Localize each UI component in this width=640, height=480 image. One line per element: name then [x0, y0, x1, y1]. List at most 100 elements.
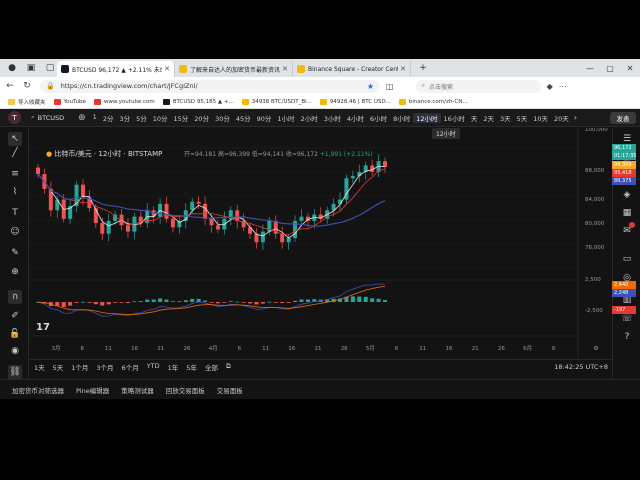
bookmark-item[interactable]: binance.com/zh-CN... [398, 98, 468, 105]
bookmark-icon [162, 98, 170, 105]
interval-21[interactable]: 5天 [514, 113, 531, 123]
range-button[interactable]: 5天 [49, 362, 68, 372]
favorite-star-icon[interactable]: ★ [367, 82, 374, 91]
interval-14[interactable]: 6小时 [367, 113, 390, 123]
interval-7[interactable]: 30分 [212, 113, 233, 123]
panel-tab[interactable]: 策略测试器 [121, 385, 154, 395]
interval-16[interactable]: 12小时 [413, 112, 441, 123]
emoji-icon[interactable]: ☺ [8, 225, 22, 239]
search-box[interactable]: ⌕ 点击搜索 [415, 79, 541, 93]
cursor-icon[interactable]: ↖ [8, 132, 22, 146]
refresh-icon[interactable]: ↻ [20, 81, 34, 91]
interval-2[interactable]: 3分 [116, 113, 133, 123]
bookmark-item[interactable]: 34938 BTC/USDT_Bi... [241, 98, 312, 105]
tab-actions-icon[interactable]: ▢ [43, 61, 57, 75]
new-tab-icon[interactable]: + [416, 61, 430, 75]
interval-18[interactable]: 天 [468, 113, 481, 123]
range-button[interactable]: 1天 [30, 362, 49, 372]
magnet-icon[interactable]: ∩ [8, 290, 22, 304]
time-axis-label: 21 [157, 346, 164, 352]
stay-drawing-icon[interactable]: ✐ [8, 309, 22, 323]
interval-10[interactable]: 1小时 [274, 113, 297, 123]
notifications-icon[interactable]: ☏ [620, 312, 634, 326]
chat-icon[interactable]: ✉ [620, 222, 635, 238]
back-icon[interactable]: ← [3, 81, 17, 91]
range-button[interactable]: 1个月 [67, 362, 92, 372]
browser-tab[interactable]: Binance Square - Creator Center ✕ [293, 61, 411, 77]
interval-8[interactable]: 45分 [233, 113, 254, 123]
panel-tab[interactable]: 交易面板 [217, 385, 243, 395]
clock-timezone[interactable]: 18:42:25 UTC+8 [554, 363, 608, 371]
browser-tab[interactable]: 了解来自达人的加密货币最新资讯 ✕ [175, 61, 293, 77]
range-button[interactable]: 3个月 [92, 362, 117, 372]
interval-22[interactable]: 10天 [530, 113, 551, 123]
interval-17[interactable]: 16小时 [441, 113, 468, 123]
lock-icon[interactable]: 🔒 [46, 82, 55, 90]
calendar-range-icon[interactable]: ⧉ [222, 362, 235, 371]
ideas-icon[interactable]: ▭ [620, 252, 634, 266]
workspaces-icon[interactable]: ▣ [24, 61, 38, 75]
extension-icon[interactable]: ◫ [386, 82, 394, 91]
panel-tab[interactable]: Pine编辑器 [76, 385, 109, 395]
range-button[interactable]: YTD [143, 362, 164, 372]
interval-5[interactable]: 15分 [171, 113, 192, 123]
interval-6[interactable]: 20分 [191, 113, 212, 123]
interval-9[interactable]: 90分 [254, 113, 275, 123]
interval-19[interactable]: 2天 [480, 113, 497, 123]
range-button[interactable]: 5年 [182, 362, 201, 372]
link-icon[interactable]: ⛓ [8, 365, 22, 379]
bookmark-item[interactable]: www.youtube.com [93, 98, 155, 105]
bookmark-item[interactable]: YouTube [53, 98, 86, 105]
settings-icon[interactable]: ⚙ [593, 345, 598, 352]
layers-icon[interactable]: ◈ [620, 188, 634, 202]
trend-line-icon[interactable]: ╱ [8, 146, 22, 160]
interval-3[interactable]: 5分 [133, 113, 150, 123]
calendar-icon[interactable]: ▦ [620, 206, 634, 220]
interval-20[interactable]: 3天 [497, 113, 514, 123]
interval-13[interactable]: 4小时 [344, 113, 367, 123]
browser-tab[interactable]: BTCUSD 96,172 ▲ +2.11% 未命名 ✕ [57, 61, 175, 77]
bookmark-item[interactable]: BTCUSD 95,185 ▲ +... [162, 98, 234, 105]
bookmark-item[interactable]: 94928.46 | BTC USD... [319, 98, 391, 105]
copilot-icon[interactable]: ◆ [547, 82, 553, 91]
range-button[interactable]: 6个月 [118, 362, 143, 372]
chart-canvas[interactable]: 100,000 88,000 84,000 80,000 76,000 2,500 -2,5… [30, 128, 612, 360]
hide-icon[interactable]: ◉ [8, 344, 22, 358]
range-button[interactable]: 全部 [201, 362, 222, 372]
symbol-search[interactable]: ⌕ BTCUSD [31, 113, 64, 122]
zoom-icon[interactable]: ⊕ [8, 265, 22, 279]
pattern-icon[interactable]: ⌇ [8, 185, 22, 199]
menu-icon[interactable]: ⋯ [559, 82, 567, 91]
interval-12[interactable]: 3小时 [321, 113, 344, 123]
publish-button[interactable]: 发表 [610, 112, 636, 124]
maximize-icon[interactable]: ▢ [600, 64, 620, 73]
range-button[interactable]: 1年 [164, 362, 183, 372]
tab-close-icon[interactable]: ✕ [164, 65, 170, 73]
fib-icon[interactable]: ≡ [8, 167, 22, 181]
ohlc-values: 开=94,181 高=96,399 低=94,141 收=96,172 +1,9… [184, 149, 373, 158]
interval-11[interactable]: 2小时 [298, 113, 321, 123]
lock-drawings-icon[interactable]: 🔓 [8, 327, 22, 341]
interval-15[interactable]: 8小时 [390, 113, 413, 123]
compare-add-icon[interactable]: ⊕ [78, 113, 86, 123]
interval-4[interactable]: 10分 [150, 113, 171, 123]
interval-23[interactable]: 20天 [551, 113, 572, 123]
text-icon[interactable]: T [8, 206, 22, 220]
panel-tab[interactable]: 回放交易面板 [166, 385, 205, 395]
user-avatar[interactable]: T [8, 111, 21, 124]
bookmark-item[interactable]: 导入收藏夹 [8, 98, 46, 106]
time-axis-label: 16 [446, 346, 453, 352]
more-intervals-icon[interactable]: › [574, 113, 577, 122]
tab-close-icon[interactable]: ✕ [400, 65, 406, 73]
minimize-icon[interactable]: — [580, 64, 600, 73]
interval-1[interactable]: 2分 [100, 113, 117, 123]
panel-tab[interactable]: 加密货币对筛选器 [12, 385, 64, 395]
close-window-icon[interactable]: ✕ [620, 64, 640, 73]
time-axis-label: 6 [552, 346, 556, 352]
interval-0[interactable]: 1 [90, 113, 100, 123]
ruler-icon[interactable]: ✎ [8, 246, 22, 260]
profile-icon[interactable]: ● [5, 61, 19, 75]
tab-close-icon[interactable]: ✕ [282, 65, 288, 73]
url-field[interactable]: 🔒 https://cn.tradingview.com/chart/JFCgI… [40, 79, 380, 93]
help-icon[interactable]: ? [620, 330, 634, 344]
